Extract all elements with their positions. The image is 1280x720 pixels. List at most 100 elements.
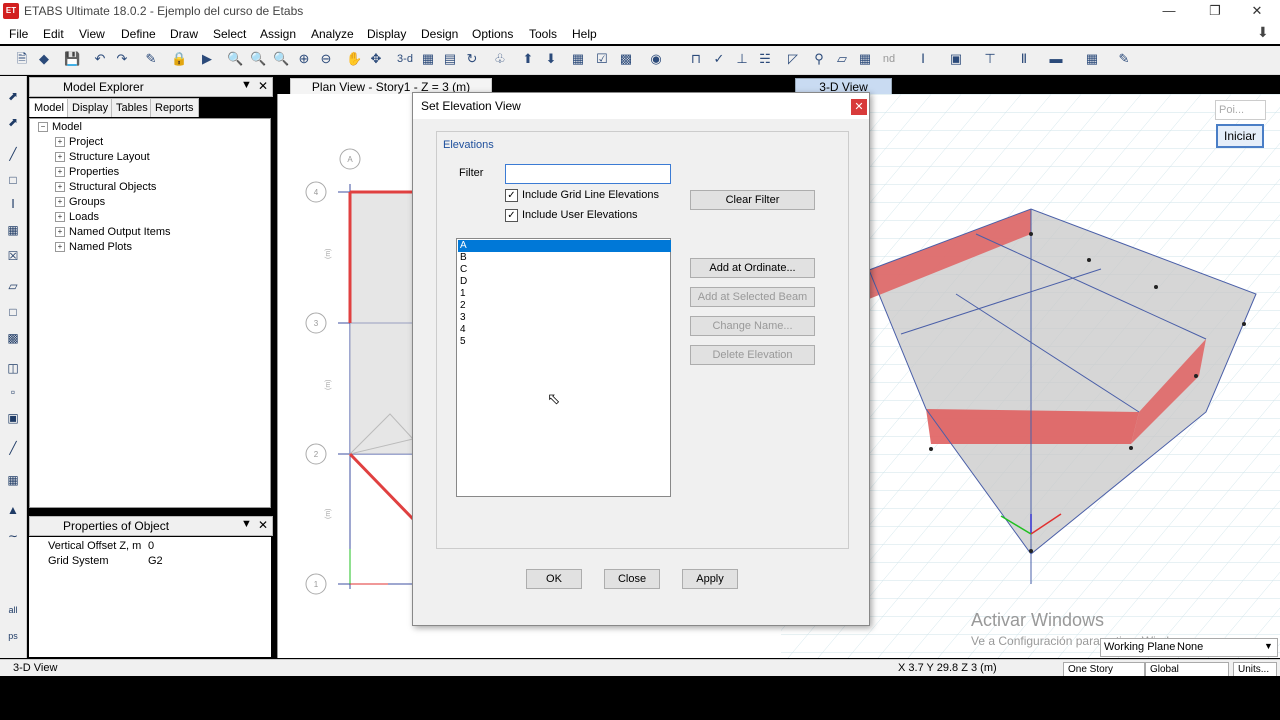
lock-icon[interactable]: 🔒 bbox=[171, 51, 187, 67]
menu-assign[interactable]: Assign bbox=[260, 27, 296, 41]
move-down-icon[interactable]: ⬇ bbox=[543, 51, 559, 67]
close-button[interactable]: Close bbox=[604, 569, 660, 589]
pencil-icon[interactable]: ✎ bbox=[143, 51, 159, 67]
menu-edit[interactable]: Edit bbox=[43, 27, 64, 41]
pan-icon[interactable]: ✋ bbox=[346, 51, 362, 67]
clear-filter-button[interactable]: Clear Filter bbox=[690, 190, 815, 210]
expand-icon[interactable]: + bbox=[55, 137, 65, 148]
panel-close-icon[interactable]: ✕ bbox=[258, 518, 268, 532]
add-at-ordinate-button[interactable]: Add at Ordinate... bbox=[690, 258, 815, 278]
draw-opening-icon[interactable]: ◫ bbox=[5, 360, 21, 376]
slab-icon[interactable]: ◸ bbox=[785, 51, 801, 67]
opening-icon[interactable]: ▦ bbox=[857, 51, 873, 67]
select-all-small-icon[interactable]: all bbox=[5, 602, 21, 618]
tab-tables[interactable]: Tables bbox=[111, 98, 153, 117]
open-icon[interactable]: ◆ bbox=[36, 51, 52, 67]
draw-beam-icon[interactable]: ⊓ bbox=[688, 51, 704, 67]
property-value[interactable]: G2 bbox=[148, 555, 163, 567]
draw-curve-icon[interactable]: ∼ bbox=[5, 528, 21, 544]
tab-reports[interactable]: Reports bbox=[150, 98, 199, 117]
list-item[interactable]: 5 bbox=[458, 336, 671, 348]
tab-display[interactable]: Display bbox=[67, 98, 114, 117]
brush-icon[interactable]: ✎ bbox=[1116, 51, 1132, 67]
redo-icon[interactable]: ↷ bbox=[114, 51, 130, 67]
draw-region-icon[interactable]: ▫ bbox=[5, 384, 21, 400]
apply-button[interactable]: Apply bbox=[682, 569, 738, 589]
run-analysis-icon[interactable]: ▶ bbox=[199, 51, 215, 67]
tree-node-properties[interactable]: + Properties bbox=[55, 166, 119, 178]
wall-icon[interactable]: ☵ bbox=[757, 51, 773, 67]
menu-draw[interactable]: Draw bbox=[170, 27, 198, 41]
tree-node-named-output-items[interactable]: + Named Output Items bbox=[55, 226, 171, 238]
chevron-down-icon[interactable]: ▼ bbox=[1264, 641, 1273, 651]
expand-icon[interactable]: + bbox=[55, 152, 65, 163]
draw-line-icon[interactable]: ╱ bbox=[5, 146, 21, 162]
zoom-all-icon[interactable]: 🔍 bbox=[273, 51, 289, 67]
line-style-icon[interactable]: ▬ bbox=[1048, 51, 1064, 67]
zoom-restore-icon[interactable]: 🔍 bbox=[250, 51, 266, 67]
view-3d-icon[interactable]: 3-d bbox=[394, 51, 416, 67]
tb-nd-icon[interactable]: nd bbox=[880, 51, 898, 67]
reshape-icon[interactable]: ⬈ bbox=[5, 114, 21, 130]
point-label-box[interactable]: Poi... bbox=[1215, 100, 1266, 120]
units-button[interactable]: Units... bbox=[1233, 662, 1277, 677]
restore-icon[interactable]: ❐ bbox=[1192, 0, 1238, 22]
i-beam-icon[interactable]: Ⅱ bbox=[1016, 51, 1032, 67]
menu-options[interactable]: Options bbox=[472, 27, 513, 41]
dialog-close-icon[interactable]: ✕ bbox=[851, 99, 867, 115]
save-icon[interactable]: 💾 bbox=[64, 51, 80, 67]
list-item[interactable]: C bbox=[458, 264, 671, 276]
select-all-icon[interactable]: ▦ bbox=[570, 51, 586, 67]
view-close-icon[interactable]: ✕ bbox=[1262, 78, 1272, 92]
close-icon[interactable]: ✕ bbox=[1234, 0, 1280, 22]
list-item[interactable]: D bbox=[458, 276, 671, 288]
expand-icon[interactable]: + bbox=[55, 182, 65, 193]
draw-frame-icon[interactable]: □ bbox=[5, 172, 21, 188]
plan-view-icon[interactable]: ▦ bbox=[420, 51, 436, 67]
expand-icon[interactable]: + bbox=[55, 227, 65, 238]
list-item[interactable]: 2 bbox=[458, 300, 671, 312]
link-icon[interactable]: ⚲ bbox=[811, 51, 827, 67]
tree-node-loads[interactable]: + Loads bbox=[55, 211, 99, 223]
area-icon[interactable]: ▱ bbox=[834, 51, 850, 67]
panel-dropdown-icon[interactable]: ▼ bbox=[241, 518, 252, 530]
menu-design[interactable]: Design bbox=[421, 27, 458, 41]
expand-icon[interactable]: + bbox=[55, 242, 65, 253]
tab-model[interactable]: Model bbox=[29, 98, 69, 117]
panel-close-icon[interactable]: ✕ bbox=[258, 79, 268, 93]
panel-dropdown-icon[interactable]: ▼ bbox=[241, 79, 252, 91]
move-up-icon[interactable]: ⬆ bbox=[520, 51, 536, 67]
view-dropdown-icon[interactable]: ▼ bbox=[1247, 79, 1257, 90]
tree-node-model[interactable]: − Model bbox=[38, 121, 82, 133]
draw-grid-icon[interactable]: ▦ bbox=[5, 472, 21, 488]
menu-help[interactable]: Help bbox=[572, 27, 597, 41]
include-user-checkbox[interactable]: ✓ bbox=[505, 209, 518, 222]
expand-icon[interactable]: + bbox=[55, 212, 65, 223]
undo-icon[interactable]: ↶ bbox=[92, 51, 108, 67]
view-close-icon[interactable]: ✕ bbox=[760, 78, 770, 92]
draw-wall-icon[interactable]: ▩ bbox=[5, 330, 21, 346]
checkbox-select-icon[interactable]: ☑ bbox=[594, 51, 610, 67]
display-options-icon[interactable]: ▩ bbox=[618, 51, 634, 67]
menu-display[interactable]: Display bbox=[367, 27, 406, 41]
zoom-in-icon[interactable]: ⊕ bbox=[296, 51, 312, 67]
list-item[interactable]: A bbox=[458, 240, 671, 252]
tree-node-project[interactable]: + Project bbox=[55, 136, 103, 148]
property-value[interactable]: 0 bbox=[148, 540, 154, 552]
menu-define[interactable]: Define bbox=[121, 27, 156, 41]
minimize-icon[interactable]: — bbox=[1146, 0, 1192, 22]
download-icon[interactable]: ⬇ bbox=[1257, 24, 1269, 41]
menu-tools[interactable]: Tools bbox=[529, 27, 557, 41]
object-shrink-icon[interactable]: ◉ bbox=[648, 51, 664, 67]
ok-button[interactable]: OK bbox=[526, 569, 582, 589]
draw-brace-grid-icon[interactable]: ☒ bbox=[5, 248, 21, 264]
draw-rect-area-icon[interactable]: □ bbox=[5, 304, 21, 320]
pointer-icon[interactable]: ⬈ bbox=[5, 88, 21, 104]
elevation-view-icon[interactable]: ▤ bbox=[442, 51, 458, 67]
story-select[interactable]: One Story bbox=[1063, 662, 1145, 677]
delete-elevation-button[interactable]: Delete Elevation bbox=[690, 345, 815, 365]
new-file-icon[interactable]: 🗎 bbox=[14, 51, 30, 67]
expand-icon[interactable]: + bbox=[55, 197, 65, 208]
list-item[interactable]: 3 bbox=[458, 312, 671, 324]
section-icon[interactable]: ▣ bbox=[948, 51, 964, 67]
